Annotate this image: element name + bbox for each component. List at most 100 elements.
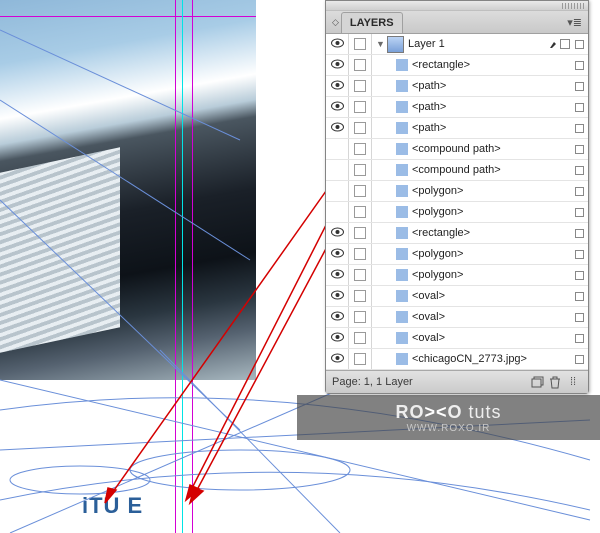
visibility-icon[interactable] [331,311,344,324]
layer-item-name[interactable]: <rectangle> [412,227,548,239]
selection-proxy[interactable] [570,166,588,175]
selection-proxy[interactable] [570,334,588,343]
new-layer-button[interactable] [528,374,546,390]
layer-row[interactable]: <oval> [326,307,588,328]
tab-layers[interactable]: LAYERS [341,12,403,33]
guide-horizontal[interactable] [0,16,256,17]
panel-gripper[interactable] [326,1,588,11]
selection-proxy[interactable] [570,187,588,196]
layer-row[interactable]: <rectangle> [326,223,588,244]
guide-vertical-1[interactable] [175,0,176,533]
selection-proxy[interactable] [570,229,588,238]
selection-proxy[interactable] [570,313,588,322]
lock-toggle[interactable] [354,59,366,71]
layer-row[interactable]: <polygon> [326,244,588,265]
selection-proxy[interactable] [570,355,588,364]
lock-toggle[interactable] [354,164,366,176]
selection-proxy[interactable] [570,292,588,301]
resize-grip-icon[interactable]: ⁞⁞ [564,374,582,390]
panel-tab-bar: ◇ LAYERS ▾≣ [326,11,588,34]
layer-item-name[interactable]: <polygon> [412,269,548,281]
visibility-icon[interactable] [331,290,344,303]
lock-toggle[interactable] [354,206,366,218]
layer-item-name[interactable]: <path> [412,122,548,134]
lock-toggle[interactable] [354,101,366,113]
visibility-icon[interactable] [331,101,344,114]
lock-toggle[interactable] [354,269,366,281]
guide-vertical-3[interactable] [192,0,193,533]
layer-row[interactable]: <path> [326,97,588,118]
layer-row[interactable]: <compound path> [326,139,588,160]
selection-proxy[interactable] [570,208,588,217]
layer-item-name[interactable]: <rectangle> [412,59,548,71]
layer-row-parent[interactable]: ▼ Layer 1 [326,34,588,55]
lock-toggle[interactable] [354,332,366,344]
layer-row[interactable]: <rectangle> [326,55,588,76]
layer-item-name[interactable]: <oval> [412,290,548,302]
text-frame[interactable]: iTU E [82,493,143,519]
layer-item-name[interactable]: <polygon> [412,248,548,260]
lock-toggle[interactable] [354,311,366,323]
selection-proxy[interactable] [570,61,588,70]
visibility-icon[interactable] [331,122,344,135]
visibility-icon[interactable] [331,353,344,366]
sort-icon[interactable]: ◇ [332,17,339,28]
lock-toggle[interactable] [354,80,366,92]
layer-row[interactable]: <polygon> [326,202,588,223]
selection-proxy[interactable] [570,103,588,112]
visibility-icon[interactable] [331,38,344,51]
selection-proxy[interactable] [570,145,588,154]
visibility-icon[interactable] [331,59,344,72]
lock-toggle[interactable] [354,38,366,50]
disclosure-icon[interactable]: ▼ [376,39,383,49]
selection-proxy[interactable] [570,40,588,49]
color-swatch [396,164,408,176]
panel-footer: Page: 1, 1 Layer ⁞⁞ [326,370,588,393]
lock-toggle[interactable] [354,122,366,134]
layer-name[interactable]: Layer 1 [408,38,548,50]
layer-row[interactable]: <polygon> [326,265,588,286]
layer-row[interactable]: <polygon> [326,181,588,202]
lock-toggle[interactable] [354,143,366,155]
visibility-icon[interactable] [331,80,344,93]
layer-row[interactable]: <oval> [326,286,588,307]
color-swatch [396,122,408,134]
lock-toggle[interactable] [354,353,366,365]
layer-row[interactable]: <compound path> [326,160,588,181]
lock-toggle[interactable] [354,290,366,302]
layer-item-name[interactable]: <compound path> [412,164,548,176]
selection-proxy[interactable] [570,250,588,259]
lock-toggle[interactable] [354,248,366,260]
visibility-icon[interactable] [331,332,344,345]
visibility-icon[interactable] [331,269,344,282]
layer-item-name[interactable]: <path> [412,101,548,113]
layer-row[interactable]: <path> [326,118,588,139]
visibility-icon[interactable] [331,248,344,261]
layer-list: ▼ Layer 1 <rectangle> <path> <path> <path> <c… [326,34,588,370]
layer-item-name[interactable]: <polygon> [412,185,548,197]
color-swatch [396,80,408,92]
color-swatch [396,248,408,260]
layer-item-name[interactable]: <compound path> [412,143,548,155]
layer-item-name[interactable]: <path> [412,80,548,92]
layer-item-name[interactable]: <oval> [412,332,548,344]
layer-row[interactable]: <path> [326,76,588,97]
lock-toggle[interactable] [354,185,366,197]
flyout-menu-icon[interactable]: ▾≣ [567,16,582,29]
guide-vertical-2[interactable] [182,0,183,533]
color-swatch [396,332,408,344]
document-canvas[interactable]: iTU E [0,0,256,533]
selection-proxy[interactable] [570,271,588,280]
layer-row[interactable]: <oval> [326,328,588,349]
layer-row[interactable]: <chicagoCN_2773.jpg> [326,349,588,370]
visibility-icon[interactable] [331,227,344,240]
layer-item-name[interactable]: <oval> [412,311,548,323]
delete-layer-button[interactable] [546,374,564,390]
layer-item-name[interactable]: <polygon> [412,206,548,218]
selection-proxy[interactable] [570,82,588,91]
selection-proxy[interactable] [570,124,588,133]
layer-item-name[interactable]: <chicagoCN_2773.jpg> [412,353,548,365]
lock-toggle[interactable] [354,227,366,239]
watermark: RO><O tuts WWW.ROXO.IR [297,395,600,440]
collapse-icon[interactable] [562,3,584,9]
